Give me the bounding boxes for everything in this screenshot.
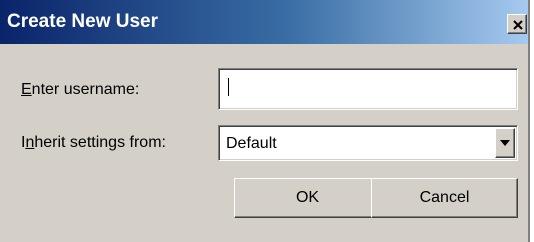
title-bar[interactable]: Create New User (0, 0, 528, 44)
inherit-settings-value: Default (226, 135, 277, 152)
ok-button[interactable]: OK (234, 178, 381, 218)
cancel-button[interactable]: Cancel (371, 178, 518, 218)
username-label: Enter username: (21, 81, 140, 98)
close-icon (513, 20, 523, 30)
close-button[interactable] (507, 14, 527, 34)
text-caret (228, 78, 229, 96)
inherit-settings-label: Inherit settings from: (21, 134, 166, 151)
inherit-settings-select[interactable]: Default (218, 125, 518, 161)
chevron-down-icon (500, 140, 510, 146)
dropdown-button[interactable] (495, 128, 515, 158)
create-user-dialog: Create New User Enter username: Inherit … (0, 0, 530, 242)
username-input[interactable] (218, 68, 518, 110)
dialog-title: Create New User (7, 11, 159, 32)
